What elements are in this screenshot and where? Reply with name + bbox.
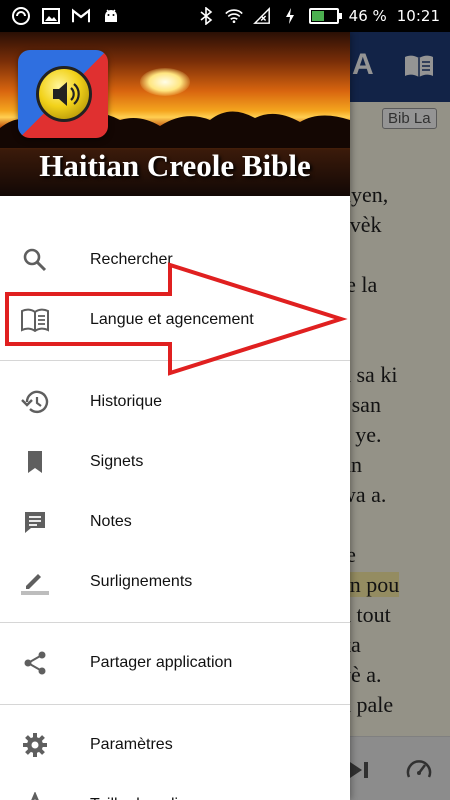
menu-divider (0, 622, 350, 623)
speaker-icon (36, 66, 92, 122)
bluetooth-icon (197, 7, 215, 25)
settings-icon (20, 730, 50, 760)
menu-item-param-tres[interactable]: Paramètres (0, 715, 350, 775)
menu-item-historique[interactable]: Historique (0, 372, 350, 432)
menu-item-label: Historique (90, 393, 163, 410)
text-size-icon (20, 790, 50, 800)
drawer-title: Haitian Creole Bible (39, 148, 311, 183)
battery-percent: 46 % (348, 7, 387, 25)
menu-item-label: Taille du police (90, 796, 195, 800)
highlighter-icon (20, 567, 50, 597)
share-icon (20, 648, 50, 678)
menu-divider (0, 360, 350, 361)
gmail-icon (72, 7, 90, 25)
image-icon (42, 7, 60, 25)
menu-item-label: Rechercher (90, 251, 173, 268)
navigation-drawer: Haitian Creole Bible Rechercher Langue et… (0, 32, 350, 800)
history-icon (20, 387, 50, 417)
menu-item-label: Surlignements (90, 573, 193, 590)
app-icon (12, 7, 30, 25)
menu-item-signets[interactable]: Signets (0, 432, 350, 492)
sunset-sun (140, 68, 190, 96)
menu-item-langue-et-agencement[interactable]: Langue et agencement (0, 290, 350, 350)
menu-item-label: Signets (90, 453, 144, 470)
menu-divider (0, 704, 350, 705)
menu-item-label: Langue et agencement (90, 311, 254, 328)
no-signal-icon (252, 7, 271, 25)
menu-item-label: Partager application (90, 654, 233, 671)
menu-item-rechercher[interactable]: Rechercher (0, 230, 350, 290)
menu-item-label: Paramètres (90, 736, 173, 753)
bookmark-icon (20, 447, 50, 477)
app-logo (18, 50, 108, 138)
notes-icon (20, 507, 50, 537)
status-bar: 46 % 10:21 (0, 0, 450, 32)
android-icon (102, 7, 120, 25)
menu-item-partager-application[interactable]: Partager application (0, 633, 350, 693)
drawer-header: Haitian Creole Bible (0, 32, 350, 196)
menu-item-surlignements[interactable]: Surlignements (0, 552, 350, 612)
charging-icon (281, 7, 299, 25)
search-icon (20, 245, 50, 275)
wifi-icon (224, 7, 243, 25)
menu-item-label: Notes (90, 513, 132, 530)
menu-item-taille-du-police[interactable]: Taille du police (0, 775, 350, 800)
battery-icon (308, 8, 342, 24)
book-open-icon (20, 305, 50, 335)
clock: 10:21 (396, 7, 440, 25)
menu-item-notes[interactable]: Notes (0, 492, 350, 552)
